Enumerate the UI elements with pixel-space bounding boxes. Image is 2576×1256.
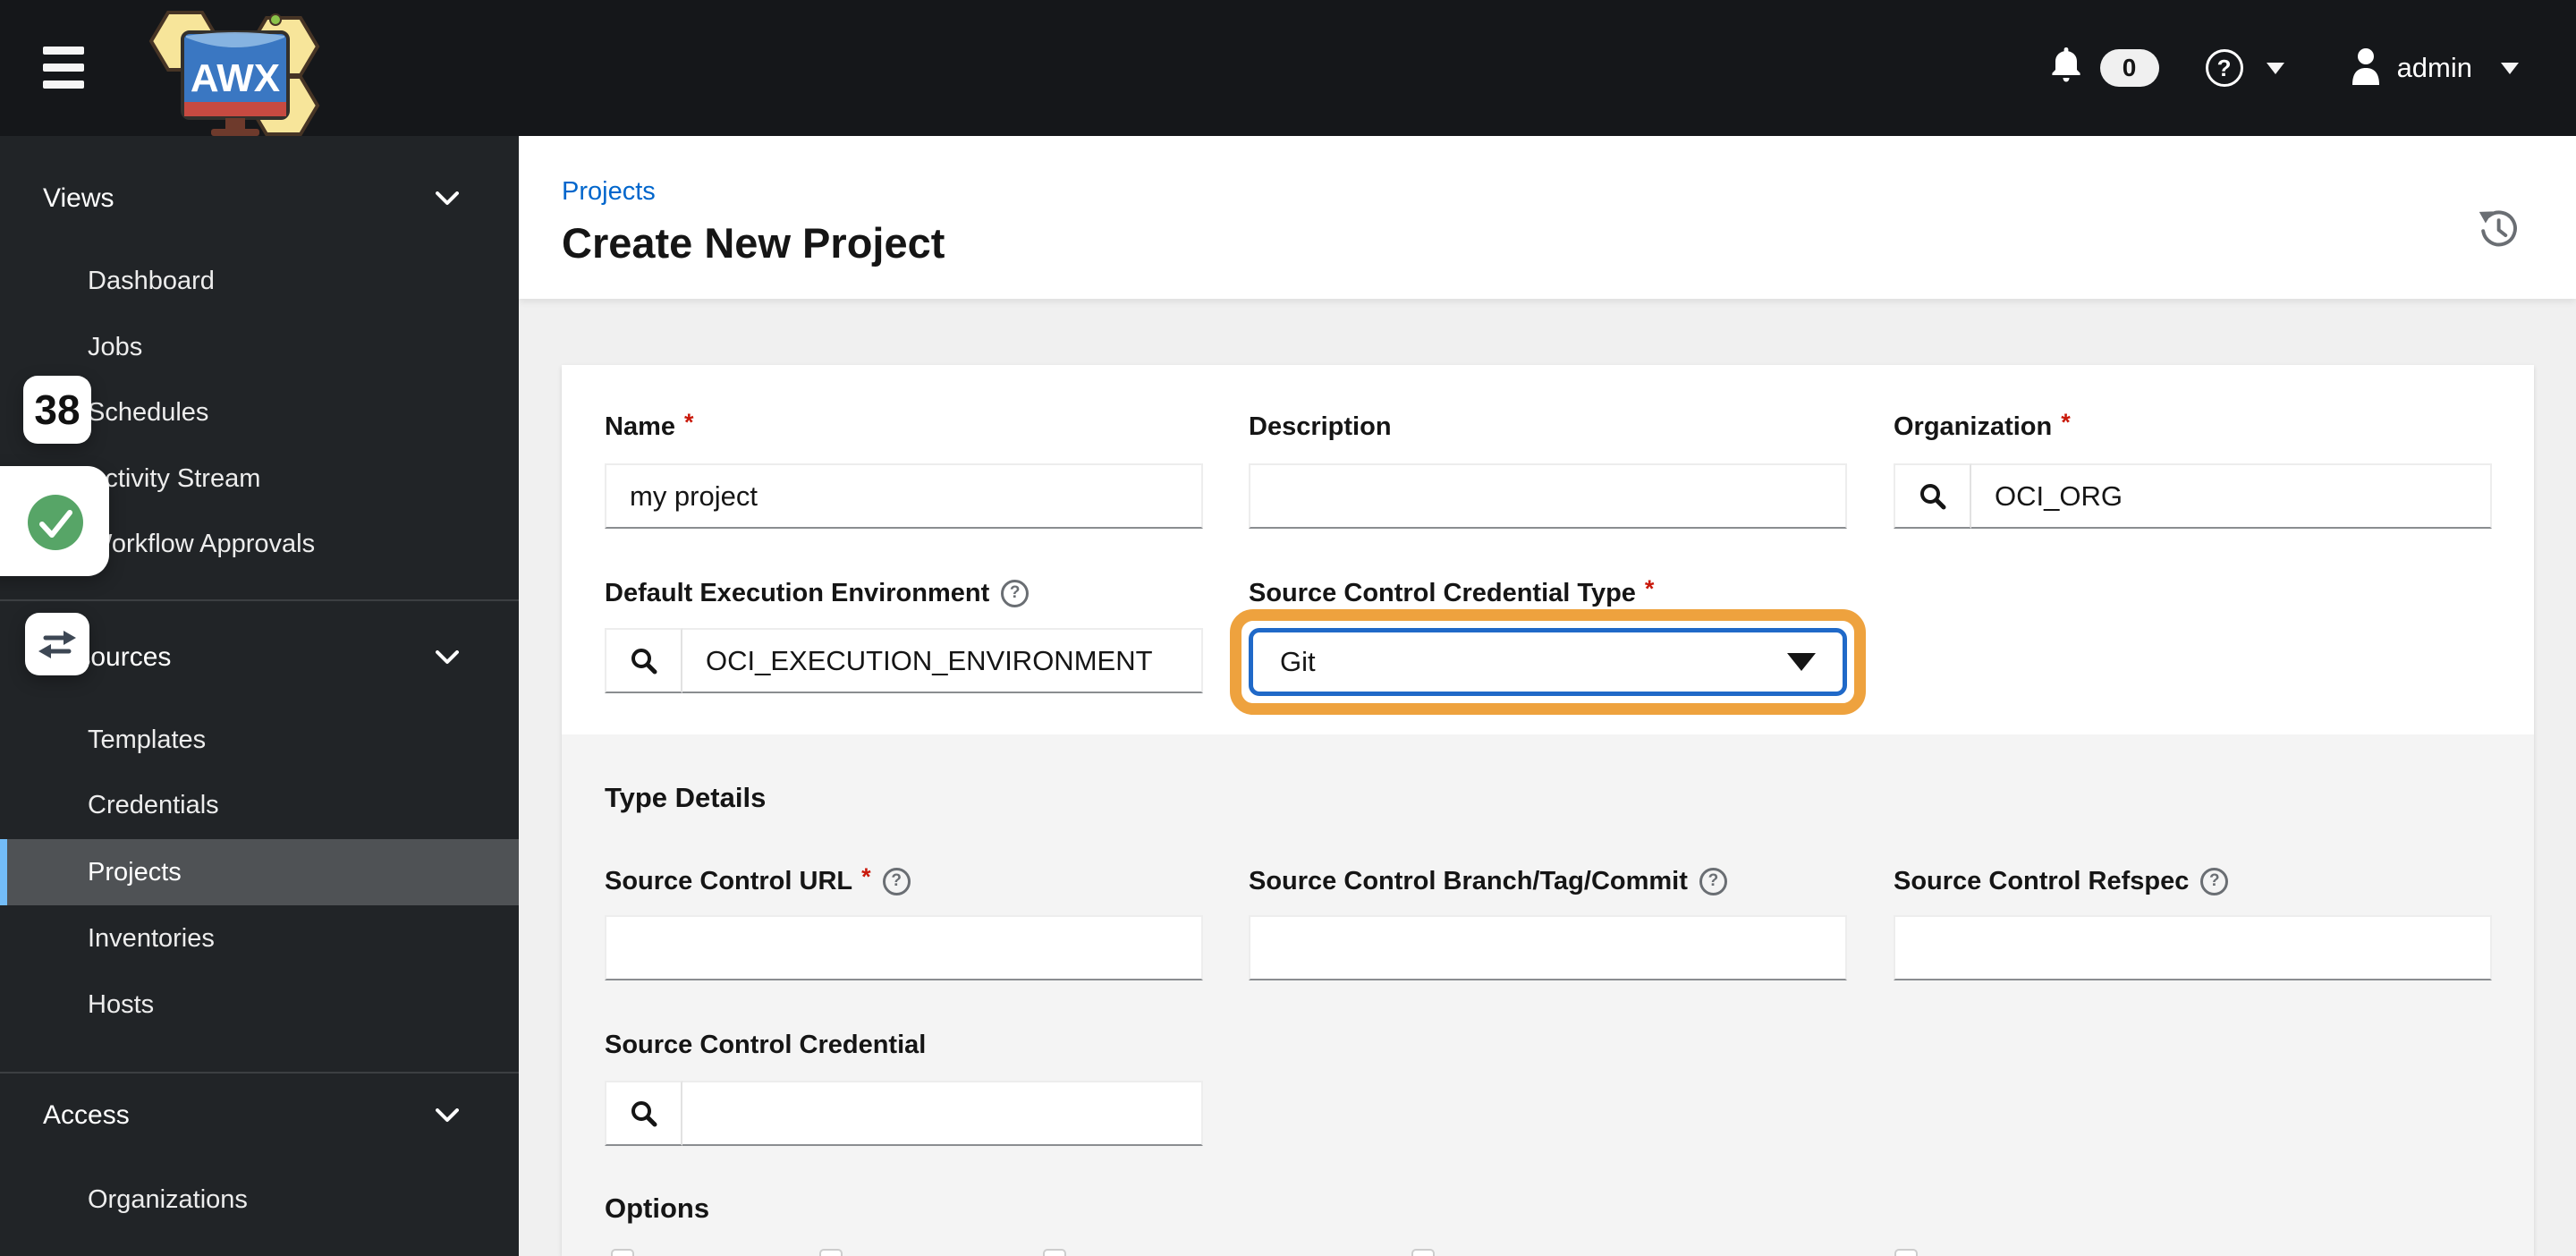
sidebar-item-dashboard[interactable]: Dashboard: [0, 248, 519, 314]
main-content: Projects Create New Project Name * Descri…: [519, 136, 2576, 1256]
name-label: Name *: [605, 409, 694, 441]
help-icon[interactable]: ?: [2205, 49, 2243, 87]
username-label: admin: [2396, 52, 2472, 83]
source-control-credential-input[interactable]: [682, 1081, 1203, 1146]
chevron-down-icon: [436, 191, 459, 205]
organization-input[interactable]: [1971, 463, 2492, 529]
notification-count-badge[interactable]: 0: [2099, 49, 2159, 87]
name-input[interactable]: [605, 463, 1203, 529]
awx-logo[interactable]: AWX: [132, 2, 331, 140]
help-dropdown-caret-icon[interactable]: [2266, 62, 2284, 74]
source-control-branch-input[interactable]: [1249, 915, 1847, 980]
source-control-url-label: Source Control URL * ?: [605, 863, 911, 899]
nav-divider: [0, 1072, 519, 1074]
search-icon: [631, 648, 657, 674]
description-input[interactable]: [1249, 463, 1847, 529]
organization-search-button[interactable]: [1894, 463, 1971, 529]
chevron-down-icon: [436, 1108, 459, 1122]
form-card: Name* Description Organization* Default …: [562, 365, 2534, 1256]
organization-lookup: [1894, 463, 2492, 529]
history-icon[interactable]: [2476, 208, 2519, 250]
credential-search-button[interactable]: [605, 1081, 682, 1146]
source-control-refspec-label: Source Control Refspec ?: [1894, 863, 2229, 899]
source-control-url-input[interactable]: [605, 915, 1203, 980]
required-asterisk: *: [2061, 409, 2071, 436]
page-header: Projects Create New Project: [519, 136, 2576, 299]
default-execution-environment-lookup: [605, 628, 1203, 693]
required-asterisk: *: [1644, 575, 1655, 602]
help-icon[interactable]: ?: [2200, 867, 2229, 895]
user-icon: [2347, 46, 2385, 91]
search-icon: [1919, 483, 1945, 509]
type-details-heading: Type Details: [605, 782, 767, 813]
required-asterisk: *: [684, 409, 694, 436]
notifications-bell-icon[interactable]: [2046, 46, 2086, 91]
search-icon: [631, 1100, 657, 1126]
source-control-credential-type-select[interactable]: Git: [1249, 628, 1847, 696]
type-details-section: [562, 734, 2534, 1256]
overlay-success-card: [0, 466, 109, 576]
required-asterisk: *: [861, 863, 871, 890]
source-control-branch-label: Source Control Branch/Tag/Commit ?: [1249, 863, 1727, 899]
sidebar-nav: Views Dashboard Jobs Schedules Activity …: [0, 136, 519, 1256]
user-dropdown-caret-icon[interactable]: [2501, 62, 2519, 74]
swap-arrows-icon: [38, 631, 76, 658]
option-checkbox[interactable]: [1411, 1249, 1435, 1256]
help-icon[interactable]: ?: [1001, 579, 1030, 607]
source-control-credential-label: Source Control Credential: [605, 1030, 927, 1059]
execution-environment-search-button[interactable]: [605, 628, 682, 693]
sidebar-item-hosts[interactable]: Hosts: [0, 972, 519, 1038]
source-control-credential-lookup: [605, 1081, 1203, 1146]
description-label: Description: [1249, 412, 1392, 441]
overlay-swap-card: [25, 613, 89, 675]
source-control-credential-type-label: Source Control Credential Type *: [1249, 575, 1655, 607]
organization-label: Organization *: [1894, 409, 2071, 441]
sidebar-item-organizations[interactable]: Organizations: [0, 1167, 519, 1233]
nav-toggle-button[interactable]: [43, 47, 84, 89]
page-title: Create New Project: [562, 219, 945, 267]
nav-divider: [0, 599, 519, 601]
overlay-count-badge: 38: [23, 376, 91, 444]
hamburger-icon: [43, 47, 84, 55]
option-checkbox[interactable]: [1894, 1249, 1918, 1256]
breadcrumb-projects-link[interactable]: Projects: [562, 177, 656, 207]
options-heading: Options: [605, 1192, 710, 1224]
check-circle-icon: [28, 495, 83, 550]
nav-group-access[interactable]: Access: [0, 1082, 519, 1149]
sidebar-item-credentials[interactable]: Credentials: [0, 772, 519, 838]
masthead: AWX 0 ? admin: [0, 0, 2576, 136]
sidebar-item-projects[interactable]: Projects: [0, 839, 519, 905]
option-checkbox[interactable]: [1043, 1249, 1066, 1256]
option-checkbox[interactable]: [611, 1249, 634, 1256]
help-icon[interactable]: ?: [1699, 867, 1727, 895]
option-checkbox[interactable]: [819, 1249, 843, 1256]
sidebar-item-jobs[interactable]: Jobs: [0, 314, 519, 380]
select-caret-icon: [1787, 653, 1816, 671]
help-icon[interactable]: ?: [882, 867, 911, 895]
sidebar-item-templates[interactable]: Templates: [0, 707, 519, 773]
source-control-refspec-input[interactable]: [1894, 915, 2492, 980]
default-execution-environment-input[interactable]: [682, 628, 1203, 693]
nav-group-views[interactable]: Views: [0, 165, 519, 232]
sidebar-item-inventories[interactable]: Inventories: [0, 905, 519, 972]
default-execution-environment-label: Default Execution Environment ?: [605, 575, 1030, 611]
chevron-down-icon: [436, 650, 459, 664]
svg-text:AWX: AWX: [191, 56, 280, 100]
